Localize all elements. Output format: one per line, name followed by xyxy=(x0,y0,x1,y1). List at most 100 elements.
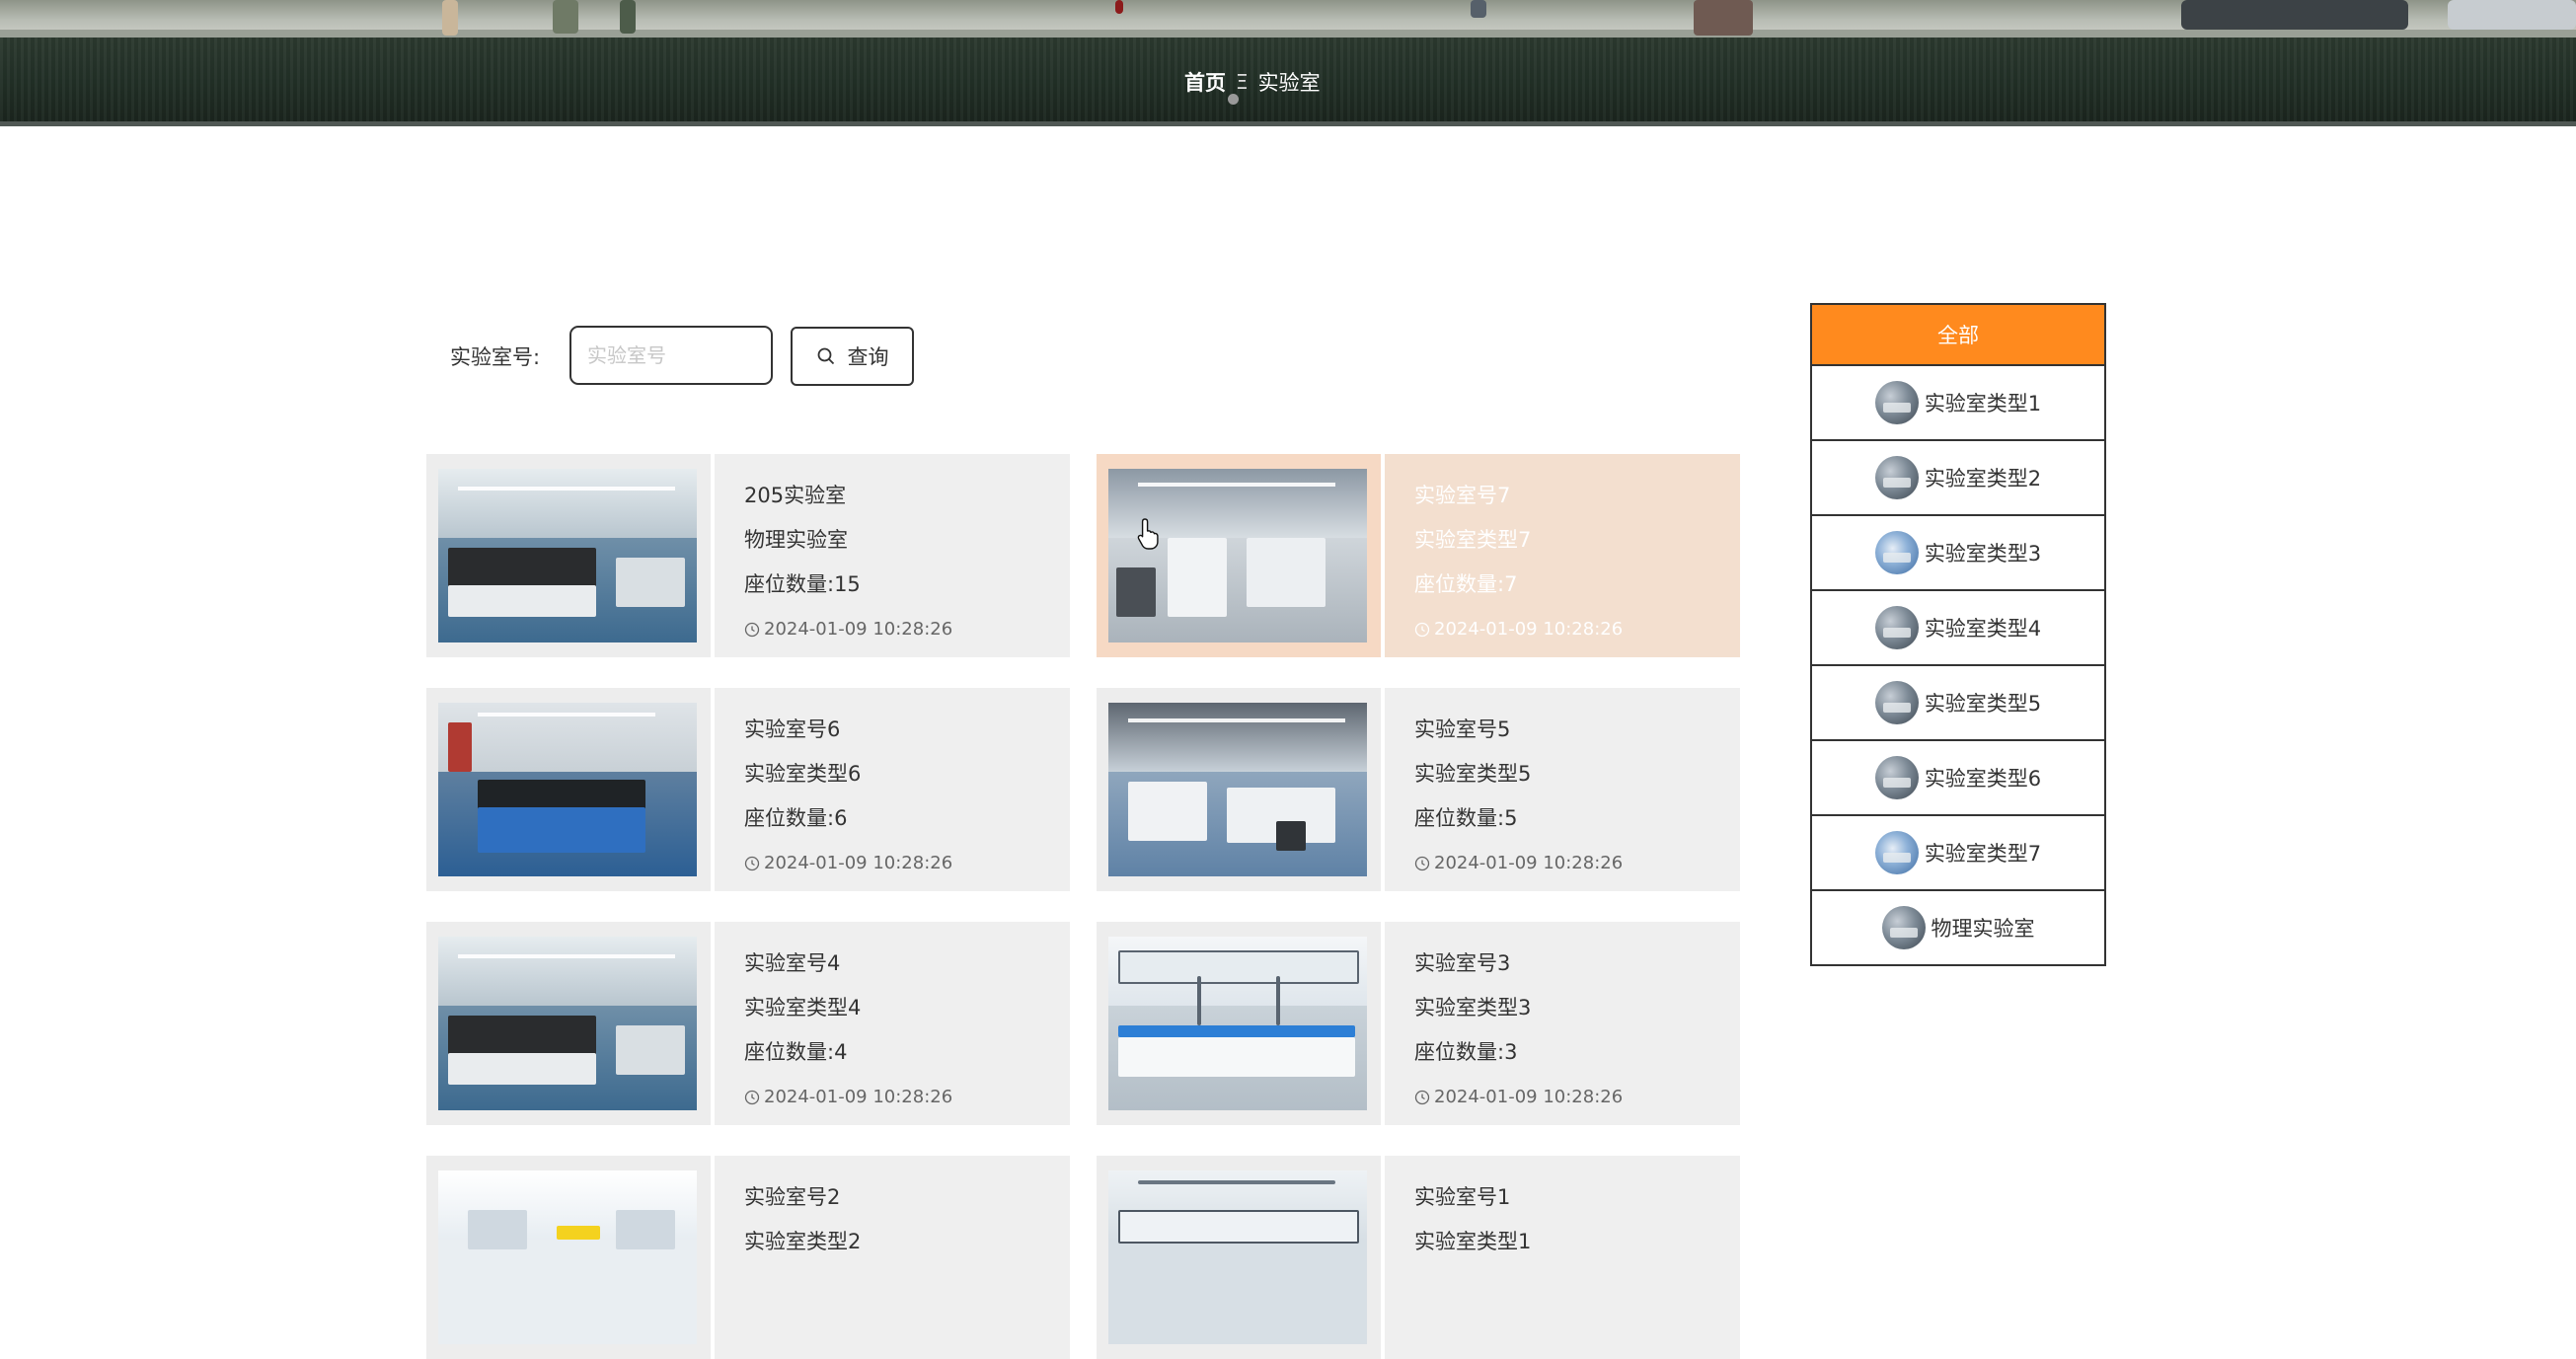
category-all[interactable]: 全部 xyxy=(1812,305,2104,366)
category-label: 实验室类型1 xyxy=(1924,392,2042,415)
lab-card[interactable]: 实验室号5 实验室类型5 座位数量:5 2024-01-09 10:28:26 xyxy=(1097,688,1740,891)
lab-seats: 座位数量:6 xyxy=(744,806,848,830)
category-avatar xyxy=(1874,756,1919,799)
category-item[interactable]: 实验室类型3 xyxy=(1812,516,2104,591)
lab-photo xyxy=(1108,703,1367,876)
photo-bench xyxy=(1168,538,1227,617)
breadcrumb-home[interactable]: 首页 xyxy=(1184,67,1226,97)
lab-info: 实验室号4 实验室类型4 座位数量:4 2024-01-09 10:28:26 xyxy=(715,922,1070,1125)
lab-info: 实验室号3 实验室类型3 座位数量:3 2024-01-09 10:28:26 xyxy=(1385,922,1740,1125)
category-avatar xyxy=(1874,831,1919,874)
category-label: 物理实验室 xyxy=(1931,917,2035,941)
photo-ceiling xyxy=(1108,703,1367,773)
category-item[interactable]: 实验室类型5 xyxy=(1812,666,2104,741)
clock-icon xyxy=(1414,1090,1430,1104)
lab-image-frame xyxy=(1097,922,1381,1125)
category-label: 实验室类型4 xyxy=(1924,617,2042,641)
lab-type: 实验室类型5 xyxy=(1414,762,1532,786)
lab-image-frame xyxy=(426,1156,711,1359)
lab-timestamp: 2024-01-09 10:28:26 xyxy=(1414,607,1710,651)
hero-banner: 首页 Ξ 实验室 xyxy=(0,0,2576,126)
category-item[interactable]: 物理实验室 xyxy=(1812,891,2104,964)
photo-light xyxy=(1138,483,1335,487)
photo-bench xyxy=(448,1016,596,1055)
photo-light xyxy=(478,713,655,717)
category-avatar xyxy=(1874,606,1919,649)
category-avatar xyxy=(1874,531,1919,574)
category-item[interactable]: 实验室类型4 xyxy=(1812,591,2104,666)
lab-card[interactable]: 实验室号6 实验室类型6 座位数量:6 2024-01-09 10:28:26 xyxy=(426,688,1070,891)
clock-icon xyxy=(744,622,760,637)
banner-figure xyxy=(620,0,636,34)
lab-info: 实验室号7 实验室类型7 座位数量:7 2024-01-09 10:28:26 xyxy=(1385,454,1740,657)
lab-name: 实验室号5 xyxy=(1414,717,1511,741)
lab-card[interactable]: 实验室号7 实验室类型7 座位数量:7 2024-01-09 10:28:26 xyxy=(1097,454,1740,657)
lab-name: 实验室号4 xyxy=(744,951,841,975)
breadcrumb-current: 实验室 xyxy=(1257,71,1321,95)
photo-bench xyxy=(468,1210,527,1249)
category-item[interactable]: 实验室类型1 xyxy=(1812,366,2104,441)
lab-type: 实验室类型4 xyxy=(744,996,862,1019)
photo-bench xyxy=(1138,1180,1335,1184)
lab-info: 205实验室 物理实验室 座位数量:15 2024-01-09 10:28:26 xyxy=(715,454,1070,657)
category-label: 实验室类型5 xyxy=(1924,692,2042,716)
banner-divider xyxy=(0,121,2576,126)
search-icon xyxy=(817,347,834,365)
banner-car xyxy=(2448,0,2576,30)
photo-bench xyxy=(448,585,596,617)
banner-figure xyxy=(1471,0,1486,18)
photo-bench xyxy=(1128,782,1207,841)
lab-time-text: 2024-01-09 10:28:26 xyxy=(764,619,953,640)
photo-bench xyxy=(478,807,645,853)
photo-bench xyxy=(1197,976,1201,1025)
category-label: 实验室类型3 xyxy=(1924,542,2042,566)
photo-bench xyxy=(1276,976,1280,1025)
category-filter: 全部 实验室类型1 实验室类型2 实验室类型3 实验室类型4 实验室类型5 实验… xyxy=(1810,303,2106,966)
lab-timestamp: 2024-01-09 10:28:26 xyxy=(744,841,1040,885)
category-item[interactable]: 实验室类型6 xyxy=(1812,741,2104,816)
photo-bench xyxy=(448,1053,596,1085)
photo-bench xyxy=(616,558,685,607)
lab-photo xyxy=(438,703,697,876)
lab-card[interactable]: 实验室号4 实验室类型4 座位数量:4 2024-01-09 10:28:26 xyxy=(426,922,1070,1125)
lab-number-input[interactable] xyxy=(569,326,773,385)
lab-name: 实验室号3 xyxy=(1414,951,1511,975)
search-button[interactable]: 查询 xyxy=(791,327,914,386)
photo-bench xyxy=(616,1025,685,1075)
banner-figure xyxy=(553,0,578,34)
breadcrumb-separator: Ξ xyxy=(1236,70,1249,94)
lab-image-frame xyxy=(426,688,711,891)
category-avatar xyxy=(1874,381,1919,424)
banner-figure xyxy=(1115,0,1123,14)
photo-bench xyxy=(1118,1210,1359,1244)
banner-figure xyxy=(1694,0,1753,36)
category-item[interactable]: 实验室类型2 xyxy=(1812,441,2104,516)
lab-card[interactable]: 实验室号3 实验室类型3 座位数量:3 2024-01-09 10:28:26 xyxy=(1097,922,1740,1125)
photo-bench xyxy=(1118,1025,1355,1037)
carousel-dot[interactable] xyxy=(1228,94,1239,105)
clock-icon xyxy=(744,856,760,870)
banner-curb xyxy=(0,30,2576,38)
lab-photo xyxy=(1108,1170,1367,1344)
lab-info: 实验室号6 实验室类型6 座位数量:6 2024-01-09 10:28:26 xyxy=(715,688,1070,891)
lab-card[interactable]: 实验室号1 实验室类型1 xyxy=(1097,1156,1740,1359)
category-label: 实验室类型7 xyxy=(1924,842,2042,866)
category-label: 实验室类型2 xyxy=(1924,467,2042,491)
lab-card[interactable]: 实验室号2 实验室类型2 xyxy=(426,1156,1070,1359)
lab-card[interactable]: 205实验室 物理实验室 座位数量:15 2024-01-09 10:28:26 xyxy=(426,454,1070,657)
search-label: 实验室号: xyxy=(450,345,541,369)
lab-name: 205实验室 xyxy=(744,484,847,507)
lab-type: 实验室类型7 xyxy=(1414,528,1532,552)
lab-type: 实验室类型6 xyxy=(744,762,862,786)
category-item[interactable]: 实验室类型7 xyxy=(1812,816,2104,891)
banner-car xyxy=(2181,0,2408,30)
lab-time-text: 2024-01-09 10:28:26 xyxy=(764,853,953,873)
lab-timestamp: 2024-01-09 10:28:26 xyxy=(1414,841,1710,885)
clock-icon xyxy=(1414,856,1430,870)
photo-light xyxy=(458,954,675,958)
lab-timestamp: 2024-01-09 10:28:26 xyxy=(744,1075,1040,1119)
lab-time-text: 2024-01-09 10:28:26 xyxy=(1434,619,1624,640)
lab-image-frame xyxy=(426,922,711,1125)
photo-bench xyxy=(448,722,472,772)
lab-type: 实验室类型3 xyxy=(1414,996,1532,1019)
